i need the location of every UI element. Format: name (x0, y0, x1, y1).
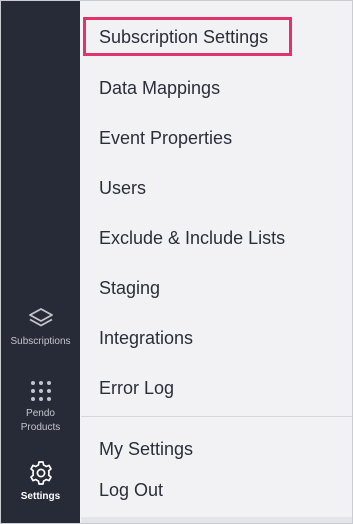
nav-item-pendo-products[interactable]: Pendo Products (1, 379, 80, 435)
layers-icon (28, 308, 53, 327)
menu-item-event-properties[interactable]: Event Properties (99, 127, 232, 149)
menu-item-my-settings[interactable]: My Settings (99, 438, 193, 460)
app-frame: Subscriptions Pendo Products Settings Su… (0, 0, 353, 524)
settings-menu: Subscription Settings Data Mappings Even… (81, 1, 352, 523)
nav-label-pendo-products: Pendo Products (20, 408, 61, 433)
menu-item-subscription-settings[interactable]: Subscription Settings (99, 26, 268, 48)
menu-item-integrations[interactable]: Integrations (99, 327, 193, 349)
menu-item-exclude-include-lists[interactable]: Exclude & Include Lists (99, 227, 285, 249)
menu-item-log-out[interactable]: Log Out (99, 479, 163, 501)
nav-label-subscriptions: Subscriptions (10, 336, 71, 347)
nav-item-settings[interactable]: Settings (1, 460, 80, 504)
grid-dots-icon (30, 381, 51, 401)
menu-bottom-edge (81, 517, 352, 523)
menu-item-users[interactable]: Users (99, 177, 146, 199)
menu-item-error-log[interactable]: Error Log (99, 377, 174, 399)
left-nav-sidebar: Subscriptions Pendo Products Settings (1, 1, 80, 523)
nav-item-subscriptions[interactable]: Subscriptions (1, 307, 80, 349)
nav-label-settings: Settings (20, 491, 61, 502)
menu-divider (81, 416, 352, 417)
gear-icon (29, 461, 52, 485)
menu-item-data-mappings[interactable]: Data Mappings (99, 77, 220, 99)
menu-item-staging[interactable]: Staging (99, 277, 160, 299)
